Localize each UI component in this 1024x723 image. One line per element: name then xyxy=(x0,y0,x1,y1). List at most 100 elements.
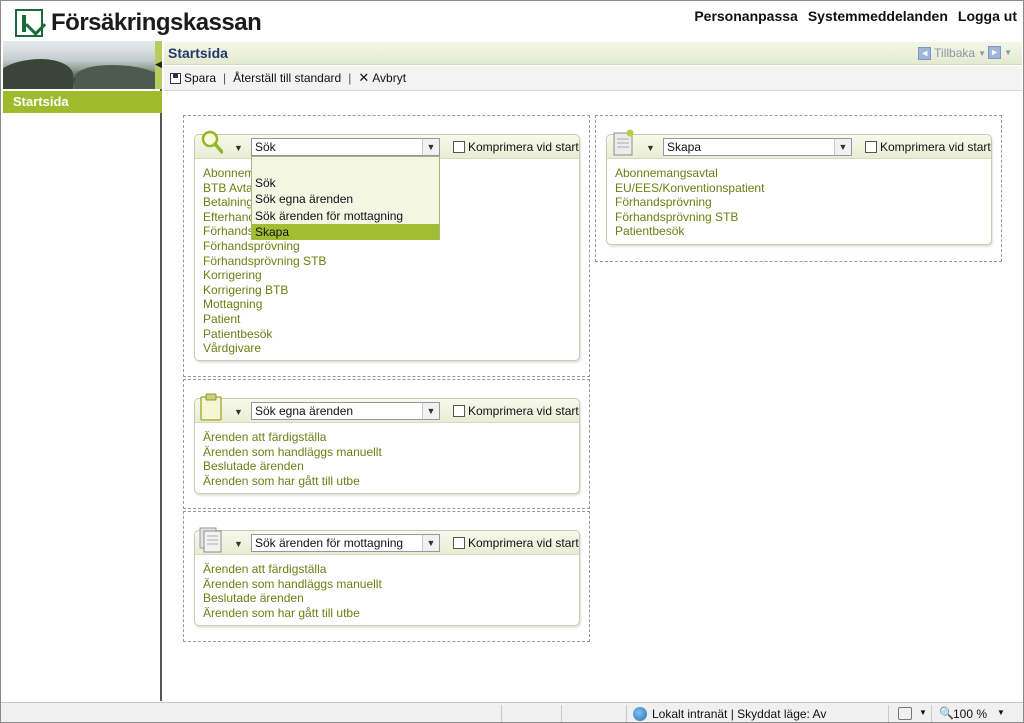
widget-type-select[interactable]: Skapa ▼ xyxy=(663,138,852,156)
list-item[interactable]: Ärenden som har gått till utbe xyxy=(203,474,382,489)
chevron-down-icon[interactable]: ▼ xyxy=(997,708,1005,717)
close-icon: ✕ xyxy=(358,70,370,85)
save-button[interactable]: Spara xyxy=(170,71,216,85)
select-arrow-icon[interactable]: ▼ xyxy=(422,535,439,551)
page-titlebar: Startsida ◄ Tillbaka ▼ ► ▼ xyxy=(164,42,1022,65)
link-list: Abonnemangsavtal EU/EES/Konventionspatie… xyxy=(615,166,764,239)
compress-label: Komprimera vid start xyxy=(880,140,991,154)
widget-type-select[interactable]: Sök egna ärenden ▼ xyxy=(251,402,440,420)
select-value: Sök xyxy=(255,140,276,154)
reset-label: Återställ till standard xyxy=(233,71,342,85)
reset-button[interactable]: Återställ till standard xyxy=(233,71,341,85)
widget-header: ▼ Sök ärenden för mottagning ▼ Komprimer… xyxy=(195,527,579,555)
collapse-arrow-icon: ◀ xyxy=(155,59,162,69)
systemmeddelanden-link[interactable]: Systemmeddelanden xyxy=(808,8,948,24)
brand-name: Försäkringskassan xyxy=(51,9,262,36)
personanpassa-link[interactable]: Personanpassa xyxy=(694,8,798,24)
list-item[interactable]: EU/EES/Konventionspatient xyxy=(615,181,764,196)
chevron-down-icon[interactable]: ▼ xyxy=(646,143,655,153)
left-panel: ◀ Startsida xyxy=(3,41,162,701)
dropdown-option-skapa[interactable]: Skapa xyxy=(252,223,439,241)
list-item[interactable]: Ärenden som handläggs manuellt xyxy=(203,445,382,460)
list-item[interactable]: Förhandsprövning xyxy=(615,195,764,210)
select-value: Sök ärenden för mottagning xyxy=(255,536,404,550)
sidebar-item-startsida[interactable]: Startsida xyxy=(3,91,162,113)
compress-label: Komprimera vid start xyxy=(468,140,579,154)
save-label: Spara xyxy=(184,71,217,85)
widget-header: ▼ Skapa ▼ Komprimera vid start xyxy=(607,129,991,159)
compress-toggle[interactable]: Komprimera vid start xyxy=(453,404,579,418)
toolbar-divider: | xyxy=(348,71,352,85)
list-item[interactable]: Ärenden att färdigställa xyxy=(203,430,382,445)
action-toolbar: Spara | Återställ till standard | ✕ Avbr… xyxy=(164,66,1022,91)
chevron-down-icon[interactable]: ▼ xyxy=(234,539,243,549)
widget-type-select[interactable]: Sök ▼ xyxy=(251,138,440,156)
cancel-label: Avbryt xyxy=(372,71,407,85)
compress-label: Komprimera vid start xyxy=(468,536,579,550)
list-item[interactable]: Patientbesök xyxy=(615,224,764,239)
list-item[interactable]: Ärenden att färdigställa xyxy=(203,562,382,577)
back-button[interactable]: ◄ Tillbaka ▼ xyxy=(918,46,986,60)
select-arrow-icon[interactable]: ▼ xyxy=(422,139,439,155)
list-item[interactable]: Korrigering xyxy=(203,268,326,283)
chevron-down-icon[interactable]: ▼ xyxy=(978,49,986,58)
save-icon xyxy=(170,72,181,84)
chevron-down-icon[interactable]: ▼ xyxy=(919,708,927,717)
list-item[interactable]: Förhandsprövning STB xyxy=(203,254,326,269)
compress-checkbox[interactable] xyxy=(453,405,465,417)
list-item[interactable]: Patient xyxy=(203,312,326,327)
compress-toggle[interactable]: Komprimera vid start xyxy=(453,536,579,550)
dropdown-option-sok[interactable]: Sök xyxy=(252,175,439,191)
compress-checkbox[interactable] xyxy=(453,141,465,153)
link-list: Ärenden att färdigställa Ärenden som han… xyxy=(203,562,382,620)
list-item[interactable]: Vårdgivare xyxy=(203,341,326,356)
list-item[interactable]: Beslutade ärenden xyxy=(203,459,382,474)
chevron-down-icon[interactable]: ▼ xyxy=(1004,48,1012,57)
cancel-button[interactable]: ✕ Avbryt xyxy=(358,71,406,85)
widget-type-select[interactable]: Sök ärenden för mottagning ▼ xyxy=(251,534,440,552)
brand-logo[interactable]: Försäkringskassan xyxy=(15,9,262,37)
list-item[interactable]: Abonnemangsavtal xyxy=(615,166,764,181)
dropdown-option-egna[interactable]: Sök egna ärenden xyxy=(252,191,439,207)
back-label: Tillbaka xyxy=(934,46,976,60)
compress-checkbox[interactable] xyxy=(453,537,465,549)
status-divider xyxy=(561,705,562,722)
zoom-icon[interactable]: 🔍 xyxy=(939,706,954,720)
widget-skapa: ▼ Skapa ▼ Komprimera vid start Abonneman… xyxy=(606,129,992,245)
list-item[interactable]: Beslutade ärenden xyxy=(203,591,382,606)
search-icon xyxy=(201,130,223,154)
chevron-down-icon[interactable]: ▼ xyxy=(234,407,243,417)
collapse-panel-button[interactable]: ◀ xyxy=(155,41,162,89)
list-item[interactable]: Ärenden som har gått till utbe xyxy=(203,606,382,621)
status-divider xyxy=(931,705,932,722)
list-item[interactable]: Korrigering BTB xyxy=(203,283,326,298)
compress-toggle[interactable]: Komprimera vid start xyxy=(865,140,991,154)
list-item[interactable]: Förhandsprövning xyxy=(203,239,326,254)
compress-label: Komprimera vid start xyxy=(468,404,579,418)
compress-toggle[interactable]: Komprimera vid start xyxy=(453,140,579,154)
select-arrow-icon[interactable]: ▼ xyxy=(834,139,851,155)
zoom-level[interactable]: 100 % xyxy=(953,707,987,721)
link-list: Ärenden att färdigställa Ärenden som han… xyxy=(203,430,382,488)
page-title: Startsida xyxy=(168,45,228,61)
protected-mode-icon[interactable] xyxy=(898,707,912,720)
compress-checkbox[interactable] xyxy=(865,141,877,153)
toolbar-divider: | xyxy=(223,71,227,85)
landscape-photo xyxy=(3,41,155,89)
chevron-down-icon[interactable]: ▼ xyxy=(234,143,243,153)
globe-icon xyxy=(633,707,647,721)
select-arrow-icon[interactable]: ▼ xyxy=(422,403,439,419)
status-divider xyxy=(888,705,889,722)
list-item[interactable]: Patientbesök xyxy=(203,327,326,342)
list-item[interactable]: Förhandsprövning STB xyxy=(615,210,764,225)
widget-mottagning: ▼ Sök ärenden för mottagning ▼ Komprimer… xyxy=(194,527,580,626)
select-value: Sök egna ärenden xyxy=(255,404,354,418)
list-item[interactable]: Ärenden som handläggs manuellt xyxy=(203,577,382,592)
logout-link[interactable]: Logga ut xyxy=(958,8,1017,24)
list-item[interactable]: Mottagning xyxy=(203,297,326,312)
forward-button[interactable]: ► ▼ xyxy=(988,46,1012,59)
new-document-icon xyxy=(613,129,634,156)
status-divider xyxy=(501,705,502,722)
widget-type-dropdown[interactable]: Sök Sök egna ärenden Sök ärenden för mot… xyxy=(251,156,440,241)
dropdown-option-mottagning[interactable]: Sök ärenden för mottagning xyxy=(252,208,439,224)
